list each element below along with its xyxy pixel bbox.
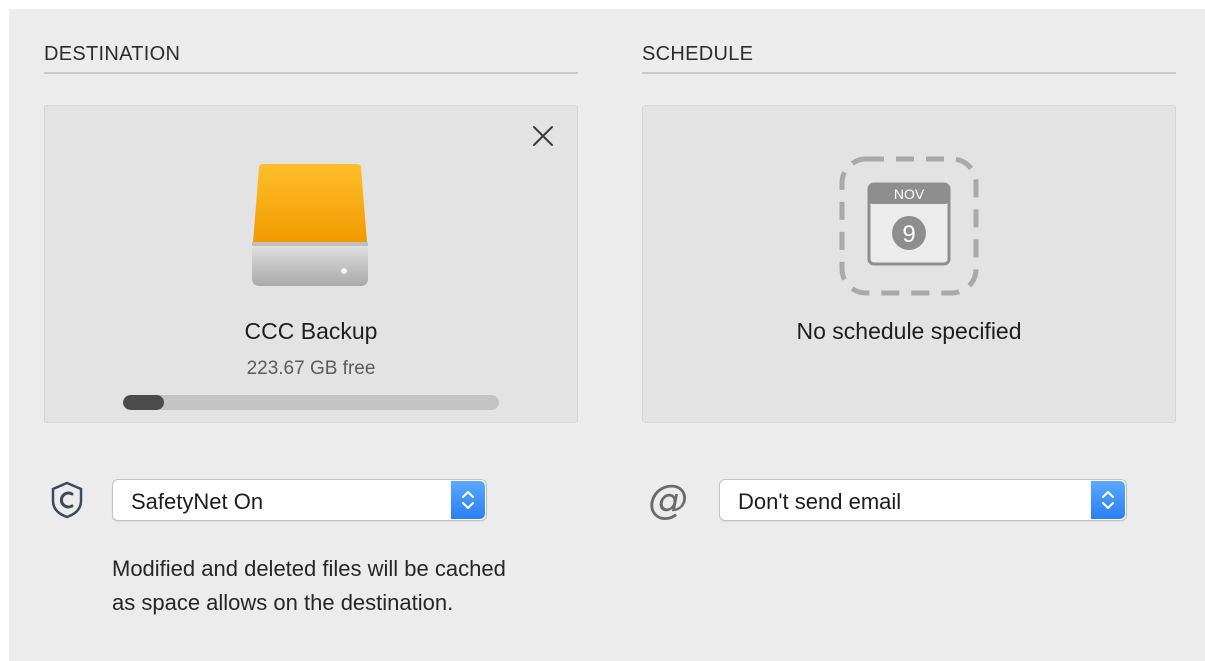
disk-usage-fill xyxy=(123,395,165,410)
chevron-up-down-icon[interactable] xyxy=(451,481,485,519)
schedule-section-divider xyxy=(642,72,1176,74)
safetynet-popup-label: SafetyNet On xyxy=(131,489,264,514)
email-popup[interactable]: Don't send email xyxy=(719,479,1127,521)
at-icon: @ xyxy=(648,477,688,523)
safetynet-shield-icon xyxy=(50,481,84,524)
calendar-icon: NOV 9 xyxy=(839,156,979,301)
external-drive-icon xyxy=(251,162,369,295)
schedule-card[interactable]: NOV 9 No schedule specified xyxy=(642,105,1176,423)
disk-usage-bar xyxy=(123,395,499,410)
safetynet-popup[interactable]: SafetyNet On xyxy=(112,479,487,521)
free-space-label: 223.67 GB free xyxy=(246,358,376,379)
calendar-day: 9 xyxy=(902,221,915,248)
destination-card[interactable]: CCC Backup 223.67 GB free xyxy=(44,105,578,423)
schedule-status: No schedule specified xyxy=(796,318,1022,344)
email-popup-label: Don't send email xyxy=(738,489,902,514)
safetynet-description: Modified and deleted files will be cache… xyxy=(112,556,506,615)
close-icon[interactable] xyxy=(531,124,555,148)
schedule-section-title: SCHEDULE xyxy=(642,43,754,65)
calendar-month: NOV xyxy=(894,186,925,202)
volume-name: CCC Backup xyxy=(244,318,378,344)
destination-section-divider xyxy=(44,72,578,74)
chevron-up-down-icon[interactable] xyxy=(1091,481,1125,519)
task-settings-panel: DESTINATION CCC Backup 223.67 GB free SC… xyxy=(9,9,1205,661)
destination-section-title: DESTINATION xyxy=(44,43,181,65)
